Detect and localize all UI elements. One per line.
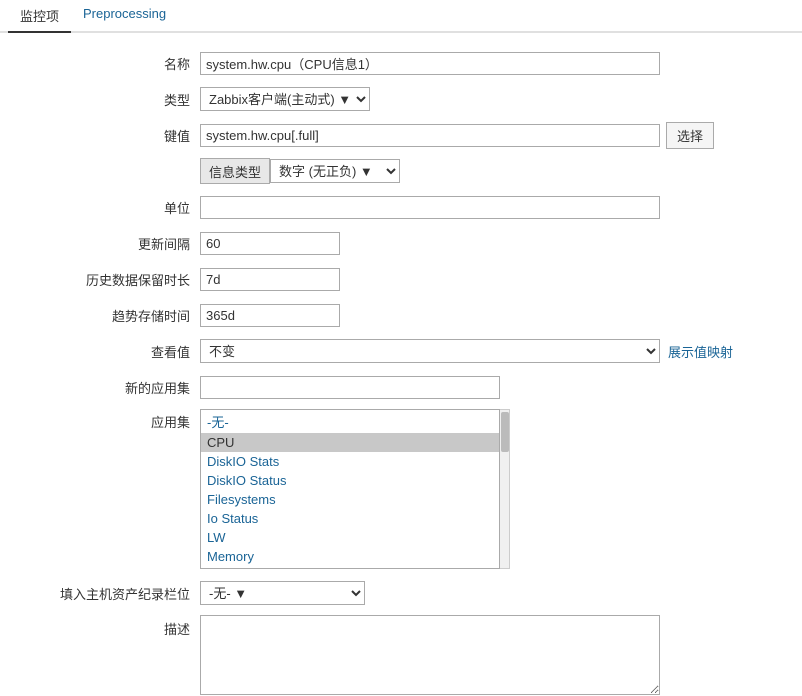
row-query: 查看值 不变 展示值映射	[20, 337, 782, 365]
row-new-appset: 新的应用集	[20, 373, 782, 401]
scroll-thumb	[501, 412, 509, 452]
row-trend: 趋势存储时间	[20, 301, 782, 329]
trend-wrap	[200, 304, 782, 327]
row-type: 类型 Zabbix客户端(主动式) ▼	[20, 85, 782, 113]
history-input[interactable]	[200, 268, 340, 291]
asset-wrap: -无- ▼	[200, 581, 782, 605]
appset-wrap: -无- CPU DiskIO Stats DiskIO Status Files…	[200, 409, 782, 569]
tab-preprocessing[interactable]: Preprocessing	[71, 0, 178, 31]
list-item[interactable]: Memory	[201, 547, 499, 566]
label-key: 键值	[20, 126, 200, 145]
query-select[interactable]: 不变	[200, 339, 660, 363]
label-update-interval: 更新间隔	[20, 234, 200, 253]
list-item[interactable]: LW	[201, 528, 499, 547]
form-body: 名称 类型 Zabbix客户端(主动式) ▼ 键值 选择 信息类型 数字 (无正…	[0, 49, 802, 695]
row-asset: 填入主机资产纪录栏位 -无- ▼	[20, 579, 782, 607]
name-input[interactable]	[200, 52, 660, 75]
key-input[interactable]	[200, 124, 660, 147]
unit-input[interactable]	[200, 196, 660, 219]
label-new-appset: 新的应用集	[20, 378, 200, 397]
row-update-interval: 更新间隔	[20, 229, 782, 257]
label-trend: 趋势存储时间	[20, 306, 200, 325]
asset-select[interactable]: -无- ▼	[200, 581, 365, 605]
label-description: 描述	[20, 615, 200, 638]
name-wrap	[200, 52, 782, 75]
list-item[interactable]: DiskIO Stats	[201, 452, 499, 471]
label-query: 查看值	[20, 342, 200, 361]
label-unit: 单位	[20, 198, 200, 217]
label-type: 类型	[20, 90, 200, 109]
label-asset: 填入主机资产纪录栏位	[20, 584, 200, 603]
row-info-type: 信息类型 数字 (无正负) ▼	[20, 157, 782, 185]
list-item[interactable]: CPU	[201, 433, 499, 452]
list-item[interactable]: Filesystems	[201, 490, 499, 509]
type-select[interactable]: Zabbix客户端(主动式) ▼	[200, 87, 370, 111]
row-unit: 单位	[20, 193, 782, 221]
row-description: 描述	[20, 615, 782, 695]
show-mapping-link[interactable]: 展示值映射	[668, 342, 733, 361]
list-item[interactable]: Network interfaces	[201, 566, 499, 569]
info-type-box-label: 信息类型	[200, 158, 270, 184]
unit-wrap	[200, 196, 782, 219]
row-appset: 应用集 -无- CPU DiskIO Stats DiskIO Status F…	[20, 409, 782, 569]
appset-listbox[interactable]: -无- CPU DiskIO Stats DiskIO Status Files…	[200, 409, 500, 569]
label-name: 名称	[20, 54, 200, 73]
label-history: 历史数据保留时长	[20, 270, 200, 289]
row-history: 历史数据保留时长	[20, 265, 782, 293]
description-wrap	[200, 615, 782, 695]
update-interval-wrap	[200, 232, 782, 255]
description-textarea[interactable]	[200, 615, 660, 695]
new-appset-wrap	[200, 376, 782, 399]
new-appset-input[interactable]	[200, 376, 500, 399]
list-item[interactable]: DiskIO Status	[201, 471, 499, 490]
list-item[interactable]: Io Status	[201, 509, 499, 528]
key-wrap: 选择	[200, 122, 782, 149]
info-type-select[interactable]: 数字 (无正负) ▼	[270, 159, 400, 183]
label-appset: 应用集	[20, 409, 200, 431]
appset-scrollbar[interactable]	[500, 409, 510, 569]
query-wrap: 不变 展示值映射	[200, 339, 782, 363]
type-wrap: Zabbix客户端(主动式) ▼	[200, 87, 782, 111]
history-wrap	[200, 268, 782, 291]
list-item[interactable]: -无-	[201, 410, 499, 433]
tab-monitor[interactable]: 监控项	[8, 0, 71, 33]
info-type-wrap: 信息类型 数字 (无正负) ▼	[200, 158, 782, 184]
tab-bar: 监控项 Preprocessing	[0, 0, 802, 33]
update-interval-input[interactable]	[200, 232, 340, 255]
row-name: 名称	[20, 49, 782, 77]
trend-input[interactable]	[200, 304, 340, 327]
row-key: 键值 选择	[20, 121, 782, 149]
key-select-button[interactable]: 选择	[666, 122, 714, 149]
